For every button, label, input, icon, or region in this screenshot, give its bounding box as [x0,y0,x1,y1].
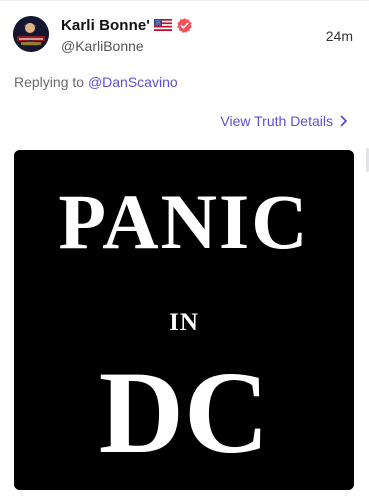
reply-mention-link[interactable]: @DanScavino [88,74,178,90]
author-handle[interactable]: @KarliBonne [61,38,144,54]
author-display-name[interactable]: Karli Bonne' [61,17,150,34]
author-name-row[interactable]: Karli Bonne' [61,15,193,35]
verified-badge-icon [177,17,192,33]
avatar-image [13,16,49,52]
chevron-right-icon [340,115,347,127]
truth-post: Karli Bonne' @KarliBonne 24m Replying to… [0,0,369,500]
us-flag-icon [153,19,172,31]
image-text-line2: IN [169,309,199,336]
image-text-line3: DC [99,347,269,478]
view-truth-details-link[interactable]: View Truth Details [220,113,348,129]
post-image[interactable]: PANIC IN DC [14,150,354,490]
avatar[interactable] [13,16,49,52]
replying-to: Replying to @DanScavino [14,74,178,90]
post-timestamp[interactable]: 24m [326,28,353,44]
panic-in-dc-image: PANIC IN DC [14,150,354,490]
view-truth-details-label: View Truth Details [220,113,333,129]
top-divider [0,0,369,1]
image-text-line1: PANIC [58,178,309,265]
replying-prefix: Replying to [14,74,85,90]
